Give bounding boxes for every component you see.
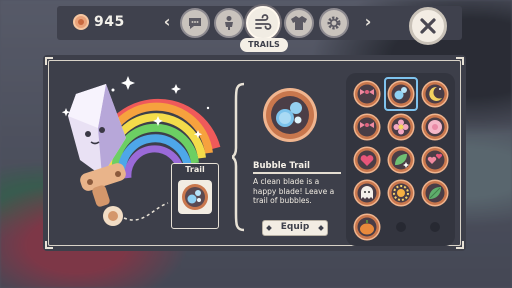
frame-corner — [456, 241, 464, 249]
empty-slot — [396, 222, 406, 232]
speech-bubble-icon — [189, 18, 201, 29]
equip-button[interactable]: Equip — [262, 220, 328, 236]
link-line — [123, 202, 169, 221]
trail-item[interactable] — [387, 179, 415, 207]
trail-slot[interactable] — [178, 180, 212, 214]
equip-button-label: Equip — [280, 222, 310, 232]
empty-slot — [430, 222, 440, 232]
trail-slot-title: Trail — [185, 165, 205, 174]
tab-figure[interactable] — [214, 8, 244, 38]
trail-item[interactable] — [353, 80, 381, 108]
tab-trails[interactable] — [246, 6, 280, 40]
heart-icon — [353, 146, 381, 174]
sun-icon — [387, 179, 415, 207]
item-divider — [253, 172, 341, 174]
selection-frame — [384, 77, 418, 111]
trail-item[interactable] — [421, 179, 449, 207]
trail-item[interactable] — [353, 213, 381, 241]
coin-icon — [73, 14, 89, 30]
pumpkin-icon — [353, 213, 381, 241]
next-tab-arrow-icon[interactable]: › — [361, 13, 375, 31]
frame-corner — [45, 57, 53, 65]
bow-icon — [353, 113, 381, 141]
sword-hilt — [92, 185, 123, 226]
frame-corner — [456, 57, 464, 65]
tab-trails-label: TRAILS — [240, 38, 288, 52]
section-bracket — [232, 82, 245, 232]
tab-outfit[interactable] — [284, 8, 314, 38]
trail-item[interactable] — [353, 179, 381, 207]
close-button[interactable] — [409, 7, 447, 45]
ghost-icon — [353, 179, 381, 207]
wind-icon — [255, 14, 272, 30]
flower-icon — [387, 113, 415, 141]
trail-item[interactable] — [421, 113, 449, 141]
leaf-sparkle-icon — [387, 146, 415, 174]
trail-item[interactable] — [353, 146, 381, 174]
moon-icon — [421, 80, 449, 108]
leaf-icon — [421, 179, 449, 207]
item-description: A clean blade is a happy blade! Leave a … — [253, 177, 335, 206]
tab-chat[interactable] — [180, 8, 210, 38]
trail-item[interactable] — [421, 146, 449, 174]
frame-corner — [45, 241, 53, 249]
bow-icon — [353, 80, 381, 108]
trail-item[interactable] — [387, 146, 415, 174]
bubbles-icon — [182, 184, 208, 210]
tab-settings[interactable] — [319, 8, 349, 38]
coin-count: 945 — [94, 14, 125, 30]
item-name: Bubble Trail — [253, 161, 310, 171]
trail-item[interactable] — [387, 113, 415, 141]
close-icon — [420, 18, 436, 34]
gear-icon — [327, 16, 341, 30]
bubble-trail-medal-icon — [263, 88, 317, 142]
prev-tab-arrow-icon[interactable]: ‹ — [160, 13, 174, 31]
trail-item[interactable] — [353, 113, 381, 141]
blossom-icon — [421, 113, 449, 141]
hearts-icon — [421, 146, 449, 174]
figure-icon — [225, 16, 233, 30]
trail-item[interactable] — [421, 80, 449, 108]
shirt-icon — [291, 16, 307, 30]
